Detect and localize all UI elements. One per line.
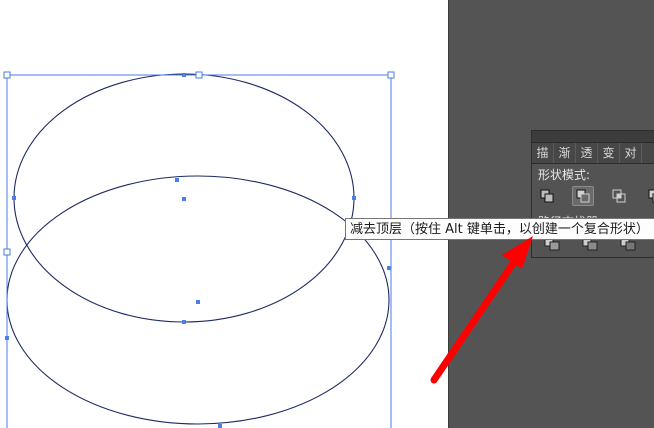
tab-gradient[interactable]: 渐 [554, 143, 576, 163]
tab-stroke[interactable]: 描 [532, 143, 554, 163]
artwork-canvas[interactable] [0, 0, 448, 428]
intersect-icon [612, 189, 626, 203]
unite-button[interactable] [536, 186, 558, 206]
minus-front-button[interactable] [572, 186, 594, 206]
handle-middle-left[interactable] [3, 248, 11, 256]
anchor-point [352, 196, 356, 200]
unite-icon [540, 189, 554, 203]
tooltip: 减去顶层（按住 Alt 键单击，以创建一个复合形状） [345, 218, 654, 240]
intersect-button[interactable] [608, 186, 630, 206]
anchor-point [387, 266, 391, 270]
selection-bounding-box [6, 74, 392, 428]
anchor-point [182, 320, 186, 324]
anchor-point [175, 178, 179, 182]
panel-titlebar[interactable] [532, 131, 654, 143]
panel-tab-strip: 描 渐 透 变 对 [532, 143, 654, 164]
anchor-point [182, 73, 186, 77]
tab-transparency[interactable]: 透 [576, 143, 598, 163]
handle-top-left[interactable] [3, 71, 11, 79]
handle-top-right[interactable] [387, 71, 395, 79]
minus-front-icon [576, 189, 590, 203]
exclude-icon [648, 189, 654, 203]
handle-top-middle[interactable] [195, 71, 203, 79]
anchor-points [5, 73, 391, 428]
artboard[interactable] [0, 0, 448, 428]
selection-handles[interactable] [3, 71, 395, 256]
tab-transform[interactable]: 变 [598, 143, 620, 163]
shape-mode-buttons [536, 186, 654, 206]
center-point [196, 300, 200, 304]
anchor-point [12, 196, 16, 200]
anchor-point [5, 336, 9, 340]
exclude-button[interactable] [644, 186, 654, 206]
tab-align[interactable]: 对 [620, 143, 642, 163]
shape-modes-label: 形状模式: [538, 168, 591, 182]
center-point [182, 197, 186, 201]
anchor-point [218, 424, 222, 428]
